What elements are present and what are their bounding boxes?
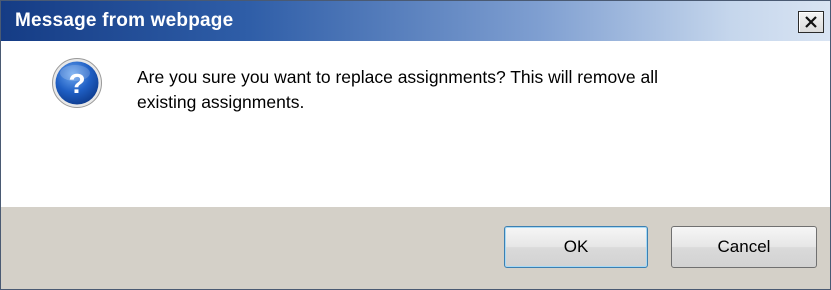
close-button[interactable]	[798, 11, 824, 33]
title-bar[interactable]: Message from webpage	[1, 1, 830, 41]
ok-button[interactable]: OK	[504, 226, 648, 268]
message-line-1: Are you sure you want to replace assignm…	[137, 67, 659, 87]
dialog-message: Are you sure you want to replace assignm…	[137, 65, 797, 115]
close-icon	[805, 16, 817, 28]
message-line-2: existing assignments.	[137, 92, 305, 112]
message-dialog: Message from webpage ? Are you sure you …	[0, 0, 831, 290]
svg-text:?: ?	[68, 68, 85, 99]
dialog-title: Message from webpage	[15, 10, 234, 31]
cancel-button[interactable]: Cancel	[671, 226, 817, 268]
question-icon: ?	[51, 57, 103, 109]
